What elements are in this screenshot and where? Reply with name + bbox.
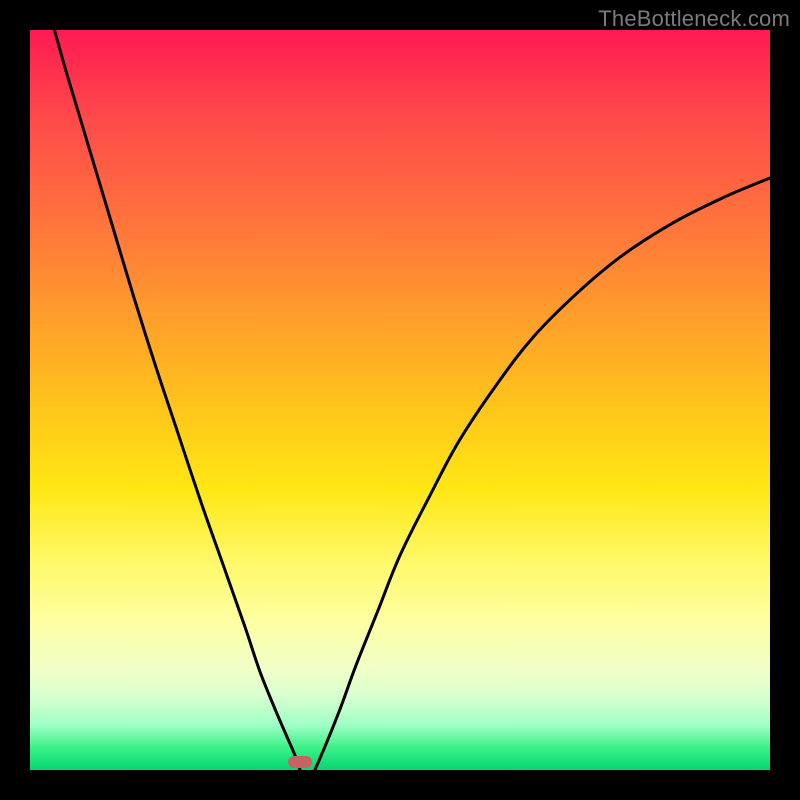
bottleneck-curve <box>30 30 770 770</box>
right-branch-path <box>315 178 770 770</box>
chart-frame: TheBottleneck.com <box>0 0 800 800</box>
left-branch-path <box>54 30 300 770</box>
watermark-text: TheBottleneck.com <box>598 6 790 32</box>
optimal-marker <box>288 756 312 768</box>
plot-area <box>30 30 770 770</box>
